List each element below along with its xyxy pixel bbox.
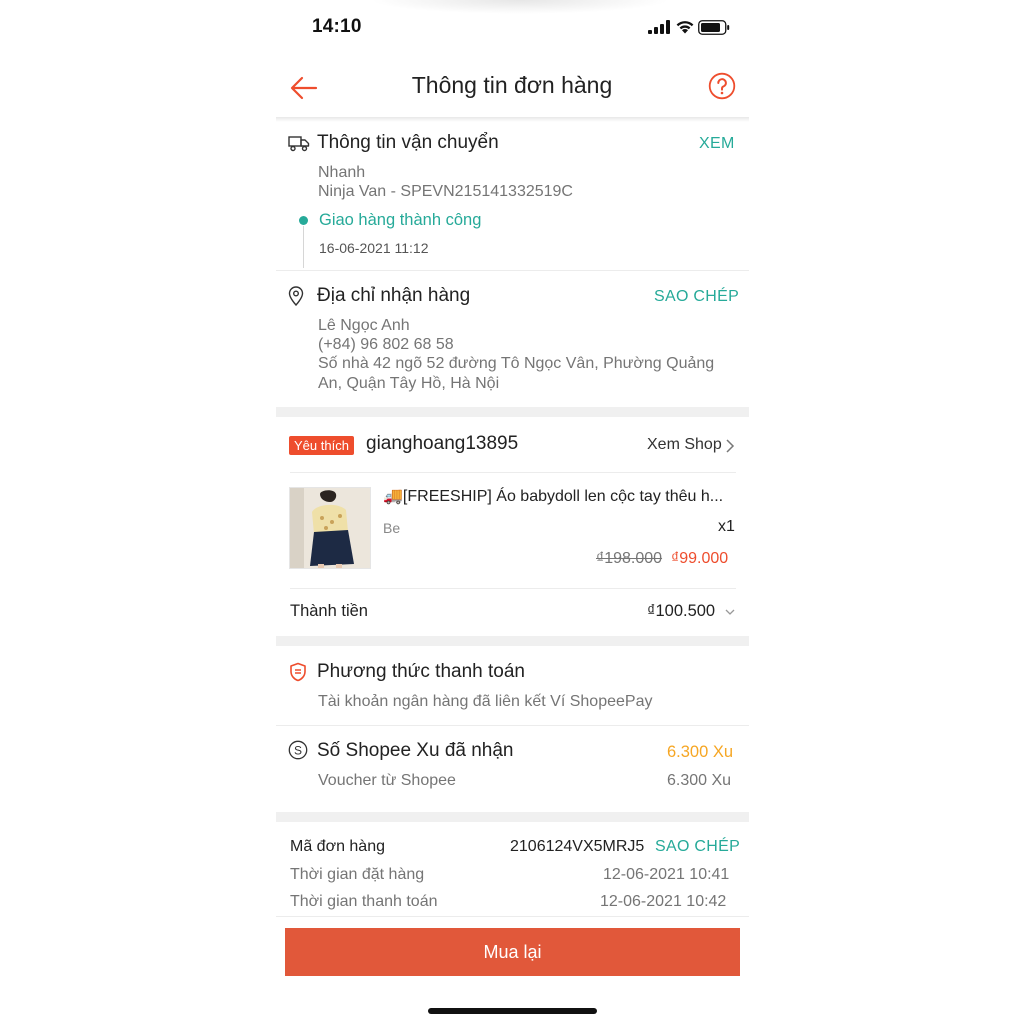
- shop-name: gianghoang13895: [366, 433, 519, 454]
- view-shop-link[interactable]: Xem Shop: [647, 436, 722, 454]
- shipping-method: Nhanh: [318, 164, 366, 181]
- top-shadow: [370, 0, 670, 14]
- delivery-status: Giao hàng thành công: [319, 211, 482, 229]
- order-id: 2106124VX5MRJ5: [510, 838, 645, 855]
- total-label: Thành tiền: [290, 602, 368, 620]
- delivery-time: 16-06-2021 11:12: [319, 240, 429, 256]
- page-title: Thông tin đơn hàng: [411, 72, 613, 98]
- product-divider: [290, 588, 736, 589]
- section-gap: [276, 407, 749, 417]
- favorite-badge: Yêu thích: [289, 436, 354, 455]
- truck-icon: [288, 136, 310, 152]
- coins-value: 6.300 Xu: [667, 743, 734, 761]
- recipient-name: Lê Ngọc Anh: [318, 317, 410, 334]
- shop-divider: [290, 472, 736, 473]
- chevron-down-icon[interactable]: [724, 607, 736, 617]
- order-time-label: Thời gian đặt hàng: [290, 866, 425, 883]
- total-value[interactable]: ₫100.500: [647, 602, 715, 621]
- shield-icon: [290, 662, 306, 682]
- coin-icon: S: [288, 740, 308, 760]
- recipient-phone: (+84) 96 802 68 58: [318, 336, 454, 353]
- product-variant: Be: [383, 520, 401, 536]
- home-indicator: [428, 1008, 597, 1014]
- product-quantity: x1: [718, 518, 735, 535]
- sale-price: ₫99.000: [671, 550, 729, 567]
- product-thumbnail[interactable]: [289, 487, 371, 569]
- svg-text:S: S: [294, 743, 302, 757]
- payment-time-label: Thời gian thanh toán: [290, 893, 438, 910]
- address-line-2: An, Quận Tây Hồ, Hà Nội: [318, 375, 500, 392]
- header-divider: [276, 117, 749, 122]
- timeline-line: [303, 226, 304, 268]
- back-arrow-icon[interactable]: [288, 72, 320, 104]
- help-icon[interactable]: [708, 72, 736, 100]
- coins-title: Số Shopee Xu đã nhận: [317, 740, 514, 761]
- section-divider: [276, 270, 749, 271]
- cellular-signal-icon: [648, 20, 670, 34]
- location-pin-icon: [288, 286, 304, 306]
- product-image: [290, 488, 370, 568]
- buy-again-button[interactable]: Mua lại: [285, 928, 740, 976]
- battery-icon: [698, 20, 730, 35]
- timeline-dot: [299, 216, 308, 225]
- wifi-icon: [676, 21, 694, 34]
- order-id-label: Mã đơn hàng: [290, 838, 385, 855]
- tracking-number: Ninja Van - SPEVN215141332519C: [318, 183, 573, 200]
- coin-source-value: 6.300 Xu: [667, 772, 732, 789]
- section-gap: [276, 636, 749, 646]
- view-shipping-button[interactable]: XEM: [699, 135, 735, 153]
- footer-divider: [276, 916, 749, 917]
- payment-time: 12-06-2021 10:42: [600, 893, 727, 910]
- chevron-right-icon[interactable]: [724, 438, 736, 454]
- coin-source-label: Voucher từ Shopee: [318, 772, 456, 789]
- address-title: Địa chỉ nhận hàng: [317, 285, 471, 306]
- section-gap: [276, 812, 749, 822]
- payment-title: Phương thức thanh toán: [317, 661, 525, 682]
- copy-address-button[interactable]: SAO CHÉP: [654, 288, 739, 306]
- copy-order-id-button[interactable]: SAO CHÉP: [655, 838, 740, 856]
- shipping-title: Thông tin vận chuyển: [317, 132, 499, 153]
- status-time: 14:10: [312, 16, 362, 37]
- section-divider: [276, 725, 749, 726]
- payment-method: Tài khoản ngân hàng đã liên kết Ví Shope…: [318, 693, 653, 710]
- original-price: ₫198.000: [596, 550, 663, 567]
- order-time: 12-06-2021 10:41: [603, 866, 730, 883]
- address-line-1: Số nhà 42 ngõ 52 đường Tô Ngọc Vân, Phườ…: [318, 355, 715, 372]
- product-name[interactable]: 🚚[FREESHIP] Áo babydoll len cộc tay thêu…: [383, 486, 735, 506]
